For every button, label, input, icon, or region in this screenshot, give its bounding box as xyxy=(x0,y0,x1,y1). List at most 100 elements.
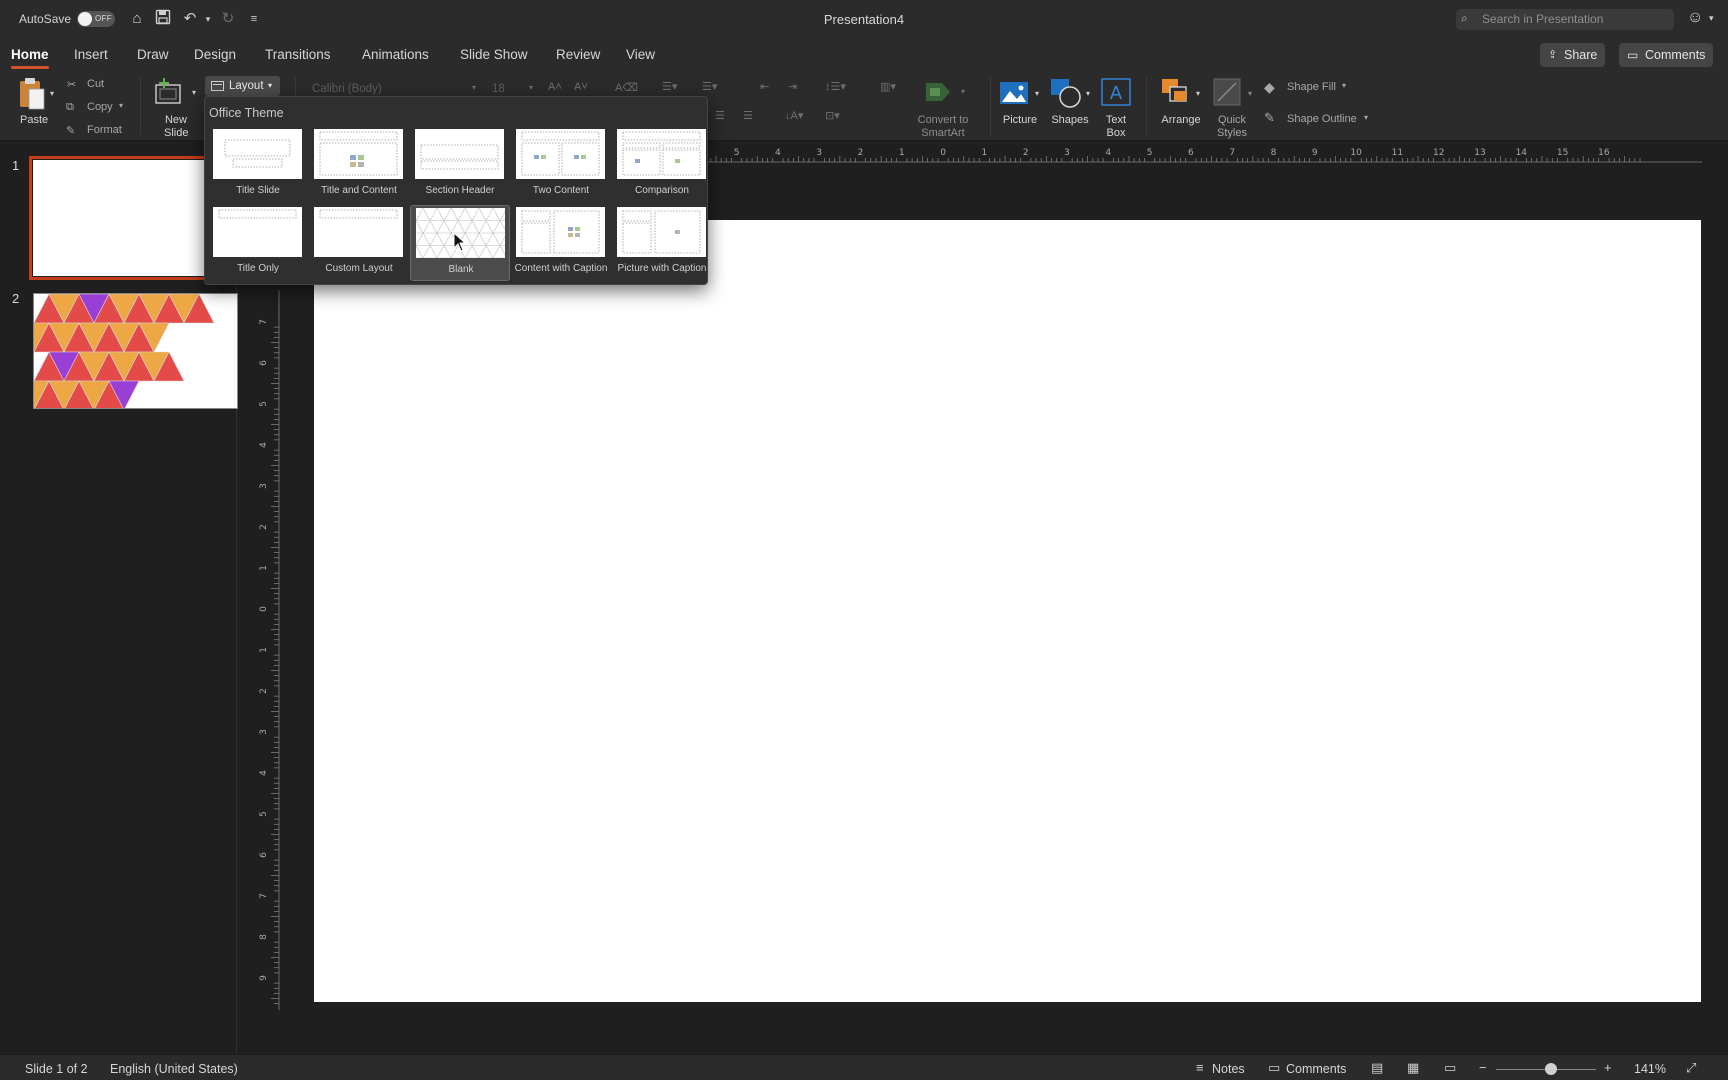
layout-title-only[interactable]: Title Only xyxy=(208,205,308,281)
columns-icon[interactable]: ▥▾ xyxy=(880,80,896,93)
new-slide-icon[interactable] xyxy=(154,77,186,107)
text-box-icon[interactable]: A xyxy=(1100,77,1132,107)
arrange-chevron-icon[interactable]: ▾ xyxy=(1196,89,1200,98)
convert-smartart-label-line1[interactable]: Convert to xyxy=(906,114,980,127)
tab-transitions[interactable]: Transitions xyxy=(265,47,331,62)
tab-animations[interactable]: Animations xyxy=(362,47,429,62)
tab-home[interactable]: Home xyxy=(11,47,49,62)
shape-fill-icon[interactable]: ◆ xyxy=(1264,79,1275,96)
shape-fill-label[interactable]: Shape Fill xyxy=(1287,81,1336,93)
feedback-chevron-icon[interactable]: ▾ xyxy=(1709,13,1714,24)
shape-outline-icon[interactable]: ✎ xyxy=(1264,110,1275,126)
shapes-icon[interactable] xyxy=(1049,77,1083,109)
picture-icon[interactable] xyxy=(998,79,1030,107)
layout-button[interactable]: Layout ▾ xyxy=(205,76,280,96)
tab-insert[interactable]: Insert xyxy=(74,47,108,62)
zoom-slider-thumb[interactable] xyxy=(1545,1063,1557,1075)
cut-label[interactable]: Cut xyxy=(87,78,104,90)
text-direction-icon[interactable]: ↓A▾ xyxy=(785,109,803,122)
layout-custom-layout[interactable]: Custom Layout xyxy=(309,205,409,281)
normal-view-icon[interactable]: ▤ xyxy=(1371,1060,1383,1076)
grid-triangle xyxy=(436,219,452,234)
slide-sorter-view-icon[interactable]: ▦ xyxy=(1407,1060,1419,1076)
tab-draw[interactable]: Draw xyxy=(137,47,169,62)
picture-label[interactable]: Picture xyxy=(998,114,1042,127)
feedback-smiley-icon[interactable]: ☺ xyxy=(1687,9,1703,27)
new-slide-label-line1[interactable]: New xyxy=(164,114,188,127)
align-right-icon[interactable]: ☰ xyxy=(715,109,725,122)
increase-font-icon[interactable]: A˄ xyxy=(548,81,562,93)
decrease-font-icon[interactable]: A˅ xyxy=(574,81,588,93)
shapes-label[interactable]: Shapes xyxy=(1048,114,1092,127)
zoom-in-icon[interactable]: + xyxy=(1604,1060,1612,1075)
convert-smartart-label-line2[interactable]: SmartArt xyxy=(906,127,980,140)
tab-view[interactable]: View xyxy=(626,47,655,62)
layout-two-content[interactable]: Two Content xyxy=(511,127,611,203)
notes-button[interactable]: Notes xyxy=(1212,1062,1245,1076)
text-box-label-line2[interactable]: Box xyxy=(1096,127,1136,140)
picture-chevron-icon[interactable]: ▾ xyxy=(1035,89,1039,98)
paste-options-chevron-icon[interactable]: ▾ xyxy=(50,89,54,98)
arrange-icon[interactable] xyxy=(1160,77,1192,107)
new-slide-label-line2[interactable]: Slide xyxy=(164,127,188,140)
copy-label[interactable]: Copy xyxy=(87,101,113,113)
slide-canvas[interactable] xyxy=(314,220,1701,1002)
layout-preview xyxy=(617,129,706,179)
decrease-indent-icon[interactable]: ⇤ xyxy=(760,80,769,93)
quick-styles-icon[interactable] xyxy=(1212,77,1244,107)
notes-icon[interactable]: ≡ xyxy=(1196,1060,1204,1075)
new-slide-chevron-icon[interactable]: ▾ xyxy=(192,88,196,97)
shape-outline-chevron-icon[interactable]: ▾ xyxy=(1364,113,1368,122)
quick-styles-label-line1[interactable]: Quick xyxy=(1206,114,1258,127)
font-name-chevron-icon[interactable]: ▾ xyxy=(472,83,476,92)
font-size-chevron-icon[interactable]: ▾ xyxy=(529,83,533,92)
bullets-icon[interactable]: ☰▾ xyxy=(662,80,677,93)
tab-design[interactable]: Design xyxy=(194,47,236,62)
slide-thumbnail-2[interactable] xyxy=(33,293,238,409)
comments-button[interactable]: ▭ Comments xyxy=(1619,43,1714,67)
comments-status-button[interactable]: Comments xyxy=(1286,1062,1346,1076)
smartart-chevron-icon[interactable]: ▾ xyxy=(961,87,965,96)
justify-icon[interactable]: ☰ xyxy=(743,109,753,122)
grid-triangle xyxy=(415,207,431,221)
text-box-label-line1[interactable]: Text xyxy=(1096,114,1136,127)
arrange-label[interactable]: Arrange xyxy=(1156,114,1206,127)
comments-status-icon[interactable]: ▭ xyxy=(1268,1060,1280,1076)
grid-triangle xyxy=(464,244,480,259)
shapes-chevron-icon[interactable]: ▾ xyxy=(1086,89,1090,98)
layout-picture-with-caption[interactable]: Picture with Caption xyxy=(612,205,712,281)
layout-title-and-content[interactable]: Title and Content xyxy=(309,127,409,203)
shape-fill-chevron-icon[interactable]: ▾ xyxy=(1342,81,1346,90)
layout-comparison[interactable]: Comparison xyxy=(612,127,712,203)
increase-indent-icon[interactable]: ⇥ xyxy=(788,80,797,93)
format-painter-label[interactable]: Format xyxy=(87,124,122,136)
align-text-icon[interactable]: ⊡▾ xyxy=(825,109,840,122)
layout-title-slide[interactable]: Title Slide xyxy=(208,127,308,203)
format-painter-icon[interactable]: ✎ xyxy=(66,124,75,137)
quick-styles-chevron-icon[interactable]: ▾ xyxy=(1248,89,1252,98)
share-button[interactable]: ⇪ Share xyxy=(1540,43,1606,67)
cut-icon[interactable]: ✂ xyxy=(67,78,76,91)
numbering-icon[interactable]: ☰▾ xyxy=(702,80,717,93)
copy-chevron-icon[interactable]: ▾ xyxy=(119,101,123,110)
language-indicator[interactable]: English (United States) xyxy=(110,1062,238,1076)
search-input[interactable]: Search in Presentation xyxy=(1456,9,1674,30)
zoom-out-icon[interactable]: − xyxy=(1479,1060,1487,1075)
reading-view-icon[interactable]: ▭ xyxy=(1444,1060,1456,1076)
line-spacing-icon[interactable]: ↕☰▾ xyxy=(825,80,846,93)
copy-icon[interactable]: ⧉ xyxy=(66,101,74,114)
tab-slide-show[interactable]: Slide Show xyxy=(460,47,528,62)
quick-styles-label-line2[interactable]: Styles xyxy=(1206,127,1258,140)
tab-review[interactable]: Review xyxy=(556,47,600,62)
paste-icon[interactable] xyxy=(17,77,47,111)
layout-section-header[interactable]: Section Header xyxy=(410,127,510,203)
grid-triangle xyxy=(471,207,487,221)
mouse-cursor-icon xyxy=(453,232,467,252)
clear-formatting-icon[interactable]: A⌫ xyxy=(615,81,638,94)
shape-outline-label[interactable]: Shape Outline xyxy=(1287,113,1357,125)
zoom-level[interactable]: 141% xyxy=(1634,1062,1666,1076)
smartart-icon[interactable] xyxy=(922,79,958,105)
paste-label[interactable]: Paste xyxy=(20,114,48,127)
fit-to-window-icon[interactable]: ⤢ xyxy=(1686,1060,1696,1076)
layout-content-with-caption[interactable]: Content with Caption xyxy=(511,205,611,281)
